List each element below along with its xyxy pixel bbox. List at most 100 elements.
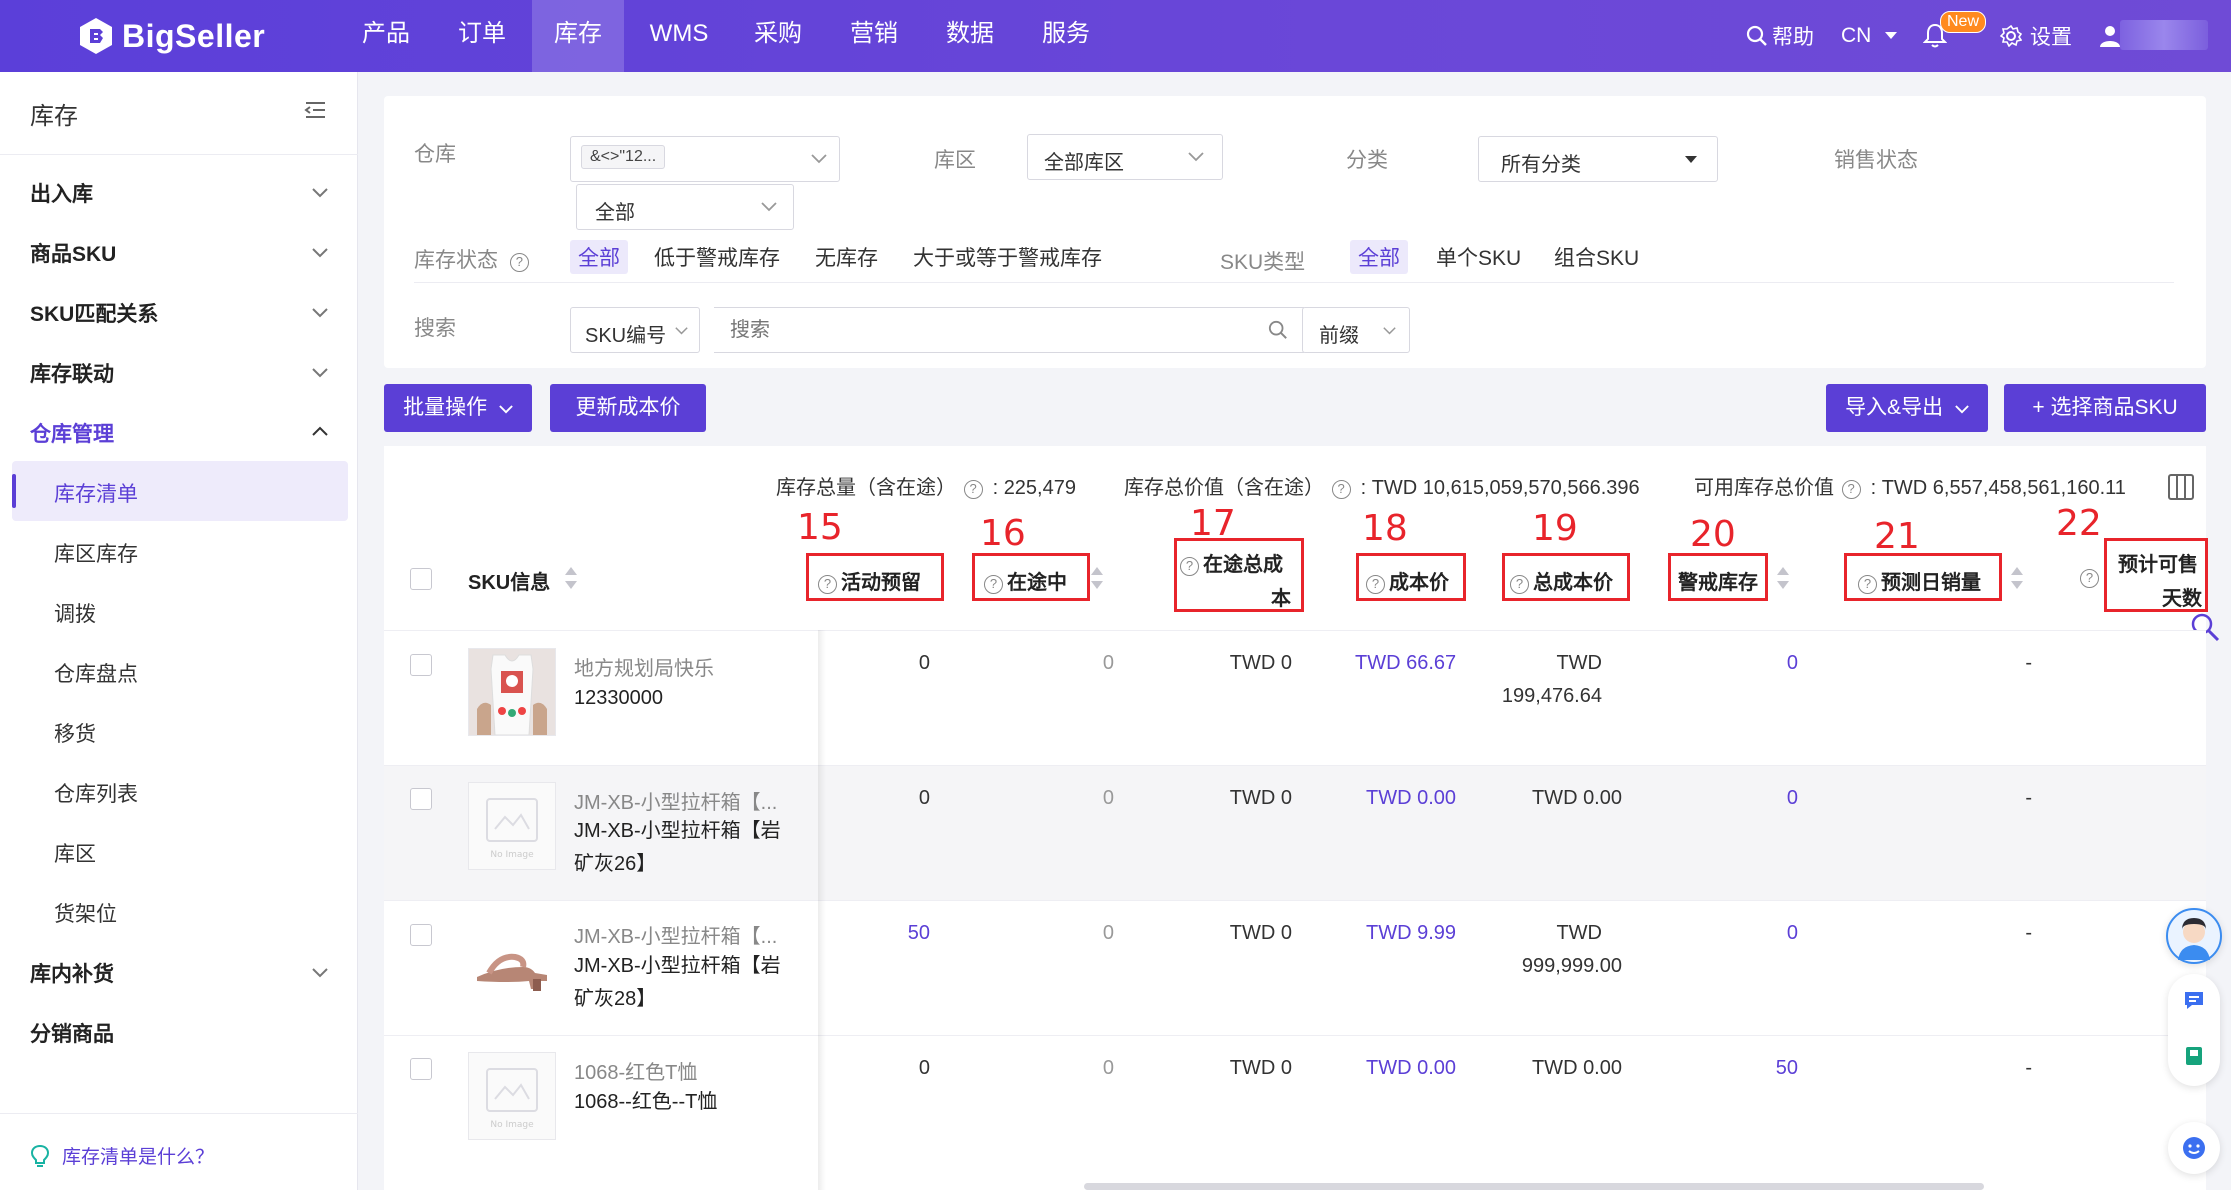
sidebar-item-warehouse-management[interactable]: 仓库管理	[30, 418, 114, 448]
warehouse-select[interactable]: &<>"12...	[570, 136, 840, 182]
nav-products[interactable]: 产品	[345, 0, 427, 72]
stock-status-no-stock[interactable]: 无库存	[815, 242, 878, 272]
sort-icon[interactable]	[1090, 565, 1104, 591]
chevron-up-icon[interactable]	[312, 426, 328, 436]
row-checkbox[interactable]	[410, 788, 432, 810]
sidebar-item-sku-mapping[interactable]: SKU匹配关系	[30, 298, 158, 328]
sidebar-item-zone[interactable]: 库区	[54, 838, 96, 868]
sidebar-item-transfer[interactable]: 调拨	[54, 598, 96, 628]
search-field-select[interactable]: SKU编号	[570, 307, 700, 353]
column-settings-icon[interactable]	[2168, 474, 2194, 500]
stock-status-below-alert[interactable]: 低于警戒库存	[654, 242, 780, 272]
sort-icon[interactable]	[1776, 565, 1790, 591]
row-checkbox[interactable]	[410, 654, 432, 676]
sidebar-item-move-stock[interactable]: 移货	[54, 718, 96, 748]
chat-icon[interactable]	[2182, 988, 2206, 1012]
match-mode-select[interactable]: 前缀	[1302, 307, 1410, 353]
sku-type-all[interactable]: 全部	[1350, 240, 1408, 274]
cell-cost-price[interactable]: TWD 66.67	[1355, 652, 1456, 675]
product-thumbnail-placeholder[interactable]: No Image	[468, 782, 556, 870]
search-input[interactable]	[714, 307, 1304, 353]
settings-link[interactable]: 设置	[2000, 0, 2072, 72]
new-badge: New	[1940, 11, 1987, 33]
help-question-icon[interactable]: ?	[509, 253, 529, 272]
sku-name[interactable]: JM-XB-小型拉杆箱【...	[574, 786, 777, 815]
sidebar-item-product-sku[interactable]: 商品SKU	[30, 238, 116, 268]
sidebar-item-shelf[interactable]: 货架位	[54, 898, 117, 928]
row-checkbox[interactable]	[410, 1058, 432, 1080]
product-thumbnail[interactable]	[468, 648, 556, 736]
batch-operations-button[interactable]: 批量操作	[384, 384, 532, 432]
chevron-down-icon[interactable]	[312, 968, 328, 978]
sku-type-bundle[interactable]: 组合SKU	[1554, 242, 1639, 272]
cell-alert-stock[interactable]: 0	[1760, 787, 1798, 810]
sidebar-item-stock-sync[interactable]: 库存联动	[30, 358, 114, 388]
stock-status-above-alert[interactable]: 大于或等于警戒库存	[913, 242, 1102, 272]
sidebar-item-warehouse-list[interactable]: 仓库列表	[54, 778, 138, 808]
notification-button[interactable]	[1923, 0, 1947, 72]
chevron-down-icon	[761, 202, 777, 212]
select-all-checkbox[interactable]	[410, 568, 432, 590]
sidebar-item-inbound-outbound[interactable]: 出入库	[30, 178, 93, 208]
column-header-sku-info[interactable]: SKU信息	[468, 566, 550, 595]
language-selector[interactable]: CN	[1841, 0, 1898, 72]
help-question-icon[interactable]: ?	[1841, 480, 1861, 499]
help-question-icon[interactable]: ?	[1331, 480, 1351, 499]
update-cost-button[interactable]: 更新成本价	[550, 384, 706, 432]
chevron-down-icon[interactable]	[312, 368, 328, 378]
product-thumbnail[interactable]	[468, 916, 556, 1004]
bigseller-logo[interactable]: BigSeller	[78, 15, 265, 57]
help-question-icon[interactable]: ?	[2080, 569, 2099, 588]
cell-alert-stock[interactable]: 0	[1760, 652, 1798, 675]
warehouse-sub-select[interactable]: 全部	[576, 184, 794, 230]
cell-alert-stock[interactable]: 50	[1760, 1057, 1798, 1080]
chevron-down-icon[interactable]	[312, 248, 328, 258]
help-question-icon[interactable]: ?	[963, 480, 983, 499]
warehouse-chip[interactable]: &<>"12...	[581, 145, 666, 169]
select-product-sku-button[interactable]: + 选择商品SKU	[2004, 384, 2206, 432]
category-select[interactable]: 所有分类	[1478, 136, 1718, 182]
sku-name[interactable]: JM-XB-小型拉杆箱【...	[574, 920, 777, 949]
sort-icon[interactable]	[564, 565, 578, 591]
nav-marketing[interactable]: 营销	[833, 0, 915, 72]
match-mode-value: 前缀	[1319, 325, 1359, 347]
sidebar-item-zone-inventory[interactable]: 库区库存	[54, 538, 138, 568]
sku-type-single[interactable]: 单个SKU	[1436, 242, 1521, 272]
nav-orders[interactable]: 订单	[441, 0, 523, 72]
sidebar-item-inventory-list[interactable]: 库存清单	[54, 478, 138, 508]
import-export-button[interactable]: 导入&导出	[1826, 384, 1988, 432]
cell-reserved: 0	[918, 1057, 930, 1079]
chevron-down-icon[interactable]	[312, 308, 328, 318]
collapse-sidebar-icon[interactable]	[304, 100, 326, 120]
cell-cost-price[interactable]: TWD 9.99	[1366, 922, 1456, 945]
cell-cost-price[interactable]: TWD 0.00	[1366, 787, 1456, 810]
sort-icon[interactable]	[2010, 565, 2024, 591]
cell-alert-stock[interactable]: 0	[1760, 922, 1798, 945]
sidebar-item-replenishment[interactable]: 库内补货	[30, 958, 114, 988]
nav-purchase[interactable]: 采购	[737, 0, 819, 72]
sidebar-item-distribution-products[interactable]: 分销商品	[30, 1018, 114, 1048]
book-icon[interactable]	[2182, 1044, 2206, 1068]
search-icon[interactable]	[1268, 320, 1288, 340]
nav-inventory[interactable]: 库存	[532, 0, 624, 72]
horizontal-scrollbar[interactable]	[1084, 1183, 1984, 1190]
cell-cost-price[interactable]: TWD 0.00	[1366, 1057, 1456, 1080]
sku-name[interactable]: 1068-红色T恤	[574, 1056, 697, 1085]
sidebar-item-stocktake[interactable]: 仓库盘点	[54, 658, 138, 688]
cell-reserved[interactable]: 50	[880, 922, 930, 945]
nav-services[interactable]: 服务	[1025, 0, 1107, 72]
user-menu[interactable]	[2098, 0, 2122, 72]
stock-status-all[interactable]: 全部	[570, 240, 628, 274]
zone-select[interactable]: 全部库区	[1027, 134, 1223, 180]
nav-data[interactable]: 数据	[929, 0, 1011, 72]
nav-wms[interactable]: WMS	[638, 0, 720, 72]
sku-name[interactable]: 地方规划局快乐	[574, 652, 714, 681]
category-label: 分类	[1346, 149, 1388, 172]
inventory-list-help-link[interactable]: 库存清单是什么？	[30, 1142, 214, 1169]
chevron-down-icon[interactable]	[312, 188, 328, 198]
row-checkbox[interactable]	[410, 924, 432, 946]
customer-service-avatar[interactable]	[2166, 908, 2222, 964]
product-thumbnail-placeholder[interactable]: No Image	[468, 1052, 556, 1140]
help-link[interactable]: 帮助	[1746, 0, 1814, 72]
feedback-button[interactable]	[2168, 1122, 2220, 1174]
